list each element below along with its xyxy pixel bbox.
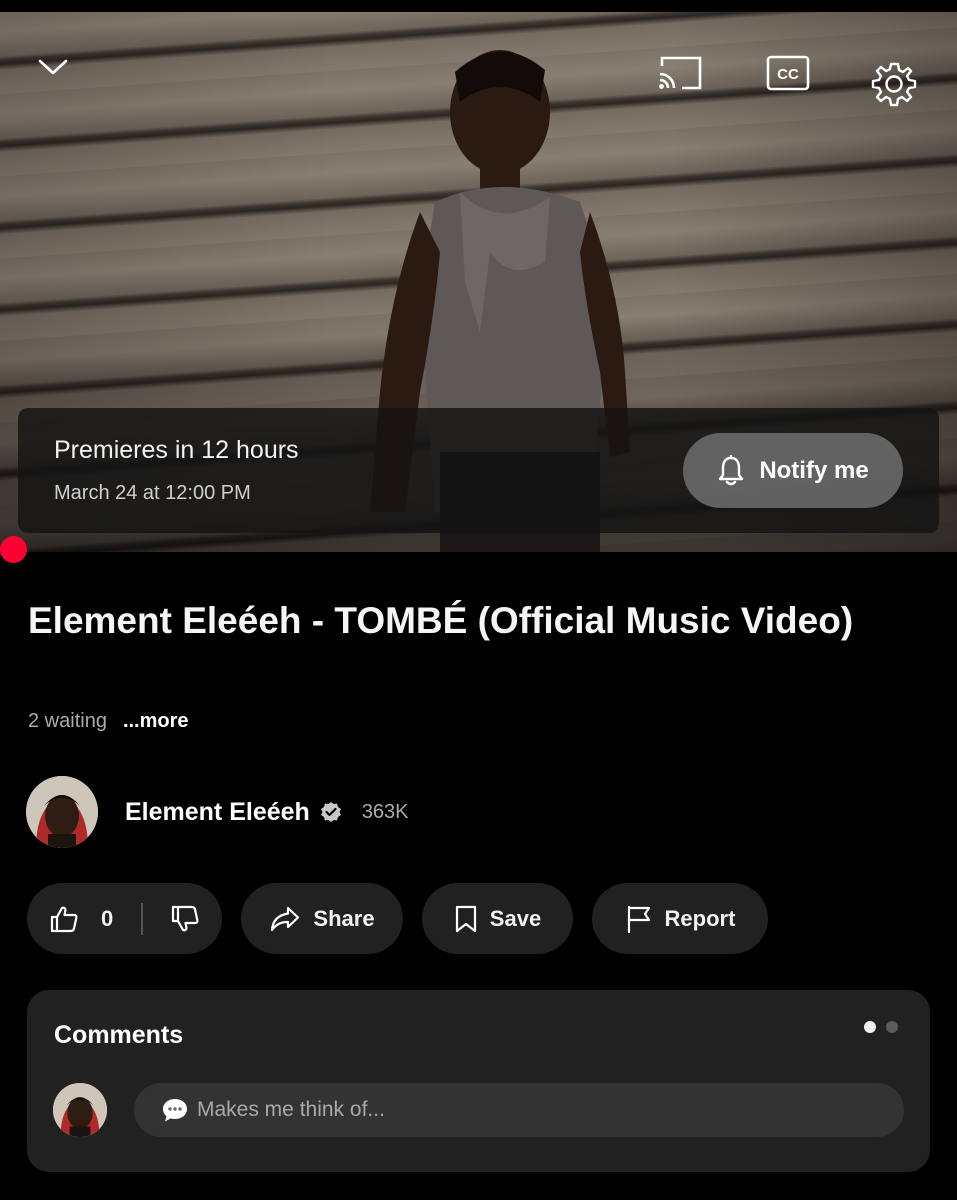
cast-icon (659, 56, 702, 90)
save-label: Save (489, 905, 542, 931)
share-button[interactable]: Share (241, 883, 403, 954)
bell-icon (719, 454, 744, 485)
captions-button[interactable]: CC (760, 50, 816, 96)
like-count: 0 (101, 905, 114, 931)
captions-icon: CC (766, 55, 810, 91)
comments-title: Comments (54, 1021, 184, 1049)
comment-input-placeholder: Makes me think of... (197, 1098, 385, 1121)
notify-me-button[interactable]: Notify me (683, 433, 903, 508)
save-button[interactable]: Save (422, 883, 573, 954)
video-meta: 2 waiting ...more (28, 710, 189, 733)
comments-pager (864, 1021, 898, 1033)
user-avatar-image (53, 1083, 107, 1137)
like-dislike-pill: 0 (27, 883, 222, 954)
chevron-down-icon (38, 59, 68, 75)
bookmark-icon (455, 905, 476, 932)
more-link[interactable]: ...more (123, 710, 189, 733)
channel-avatar[interactable] (26, 776, 98, 848)
dislike-button[interactable] (170, 904, 200, 934)
avatar-image (26, 776, 98, 848)
premiere-date: March 24 at 12:00 PM (54, 482, 251, 504)
gear-icon (871, 62, 917, 107)
comments-card[interactable]: Comments Makes me think of... (27, 990, 930, 1172)
pager-dot (886, 1021, 898, 1033)
report-label: Report (664, 905, 736, 931)
video-title: Element Eleéeh - TOMBÉ (Official Music V… (28, 600, 854, 641)
thumbs-down-icon (171, 905, 199, 931)
report-button[interactable]: Report (592, 883, 768, 954)
progress-scrubber[interactable] (0, 536, 27, 563)
like-divider (140, 902, 143, 935)
share-label: Share (313, 905, 375, 931)
collapse-button[interactable] (30, 50, 76, 84)
notify-me-label: Notify me (759, 456, 869, 484)
channel-name[interactable]: Element Eleéeh (125, 798, 310, 827)
thumbs-up-icon (50, 906, 78, 932)
waiting-count: 2 waiting (28, 710, 107, 732)
subscriber-count: 363K (361, 800, 409, 823)
verified-badge (320, 801, 342, 823)
share-icon (271, 906, 300, 931)
flag-icon (627, 905, 650, 933)
user-avatar (53, 1083, 107, 1137)
comment-input[interactable]: Makes me think of... (134, 1083, 904, 1137)
premiere-countdown: Premieres in 12 hours (54, 436, 299, 464)
settings-button[interactable] (866, 56, 922, 112)
svg-text:CC: CC (777, 66, 799, 83)
speech-bubble-icon (163, 1099, 187, 1122)
pager-dot-active (864, 1021, 876, 1033)
action-bar: 0 Share Save Report (27, 883, 768, 954)
verified-icon (320, 802, 341, 822)
like-button[interactable]: 0 (49, 904, 113, 934)
cast-button[interactable] (652, 48, 708, 98)
channel-row[interactable]: Element Eleéeh 363K (26, 776, 409, 848)
premiere-banner: Premieres in 12 hours March 24 at 12:00 … (18, 408, 939, 533)
video-player[interactable]: CC Premieres in 12 hours March 24 at 12:… (0, 12, 957, 552)
